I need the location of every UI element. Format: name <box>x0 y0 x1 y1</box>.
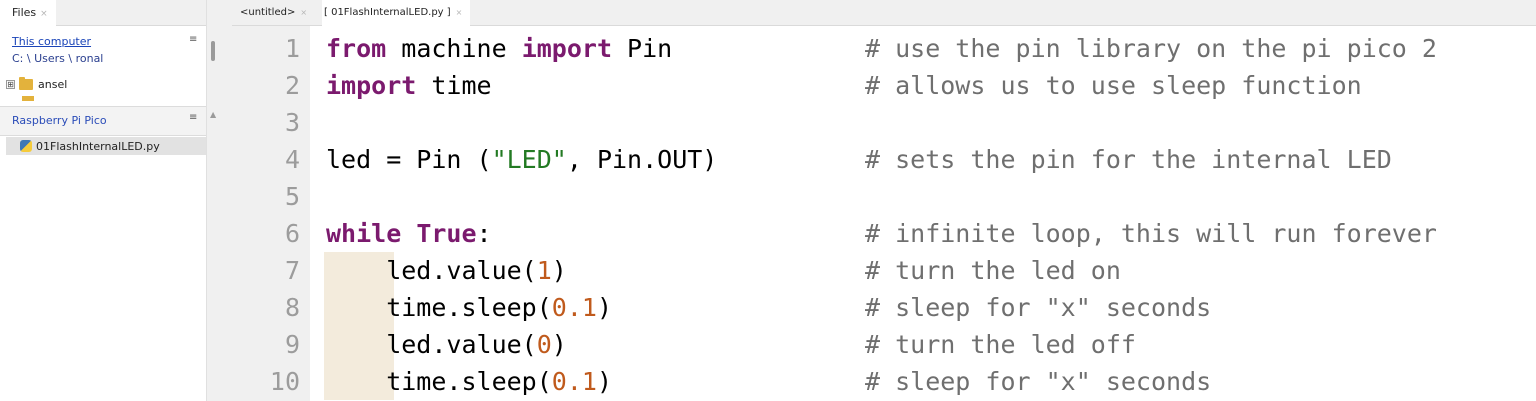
code-token: machine <box>386 34 522 63</box>
line-number: 5 <box>284 182 300 211</box>
tree-item-label: ansel <box>38 77 68 91</box>
close-icon[interactable]: × <box>40 9 48 19</box>
close-icon[interactable]: × <box>300 8 307 17</box>
tab-untitled[interactable]: <untitled> × <box>240 0 307 26</box>
line-number: 10 <box>269 367 300 396</box>
code-line[interactable]: led.value(0) <box>326 326 567 363</box>
code-comment: # turn the led on <box>865 256 1121 285</box>
pico-file-label: 01FlashInternalLED.py <box>36 139 160 153</box>
code-token-str: "LED" <box>491 145 567 174</box>
code-token: led.value( <box>326 330 537 359</box>
code-token: time <box>416 71 492 100</box>
menu-icon[interactable]: ≡ <box>189 112 197 123</box>
scroll-up-icon[interactable]: ▲ <box>210 110 216 119</box>
tab-label: [ 01FlashInternalLED.py ] <box>324 7 451 18</box>
folder-icon <box>19 76 33 90</box>
code-line[interactable]: led.value(1) <box>326 252 567 289</box>
code-line[interactable]: time.sleep(0.1) <box>326 363 612 400</box>
tree-item-ansel[interactable]: ⊞ ansel <box>6 76 67 92</box>
menu-icon[interactable]: ≡ <box>189 34 197 45</box>
close-icon[interactable]: × <box>456 8 463 17</box>
files-pane: Files × This computer C: \ Users \ ronal … <box>0 0 206 401</box>
python-file-icon <box>20 140 32 152</box>
code-token-num: 0 <box>536 330 552 359</box>
expand-icon[interactable]: ⊞ <box>6 79 15 89</box>
code-line[interactable]: from machine import Pin <box>326 30 672 67</box>
pane-splitter[interactable] <box>206 0 232 401</box>
line-number: 4 <box>284 145 300 174</box>
line-number: 2 <box>284 71 300 100</box>
code-token-num: 0.1 <box>551 293 597 322</box>
tab-01flashinternalled[interactable]: [ 01FlashInternalLED.py ] × <box>322 0 471 26</box>
code-token-num: 0.1 <box>551 367 597 396</box>
files-tab-label: Files <box>12 6 37 19</box>
code-token-num: 1 <box>536 256 552 285</box>
files-tab[interactable]: Files × <box>0 0 56 26</box>
code-token: time.sleep( <box>326 367 552 396</box>
current-path: C: \ Users \ ronal <box>12 52 104 65</box>
code-token: ) <box>551 330 567 359</box>
code-token: : <box>476 219 492 248</box>
code-token: led = Pin ( <box>326 145 492 174</box>
code-line[interactable]: led = Pin ("LED", Pin.OUT) <box>326 141 717 178</box>
code-token: ) <box>596 367 612 396</box>
line-number: 3 <box>284 108 300 137</box>
this-computer-link[interactable]: This computer <box>12 35 91 48</box>
code-token-kw: while <box>326 219 402 248</box>
tab-label: <untitled> <box>240 7 296 18</box>
editor-tabbar: <untitled> × [ 01FlashInternalLED.py ] × <box>232 0 1536 26</box>
line-number: 6 <box>284 219 300 248</box>
code-comment: # sets the pin for the internal LED <box>865 145 1392 174</box>
code-token: ) <box>551 256 567 285</box>
code-token: , Pin.OUT) <box>566 145 718 174</box>
code-comment: # infinite loop, this will run forever <box>865 219 1437 248</box>
folder-icon <box>22 96 34 101</box>
code-comment: # sleep for "x" seconds <box>865 293 1212 322</box>
code-line[interactable]: time.sleep(0.1) <box>326 289 612 326</box>
code-token-kw: import <box>521 34 612 63</box>
code-comment: # sleep for "x" seconds <box>865 367 1212 396</box>
code-comment: # allows us to use sleep function <box>865 71 1362 100</box>
line-number: 9 <box>284 330 300 359</box>
code-token-kw: True <box>416 219 477 248</box>
line-number: 8 <box>284 293 300 322</box>
code-token: time.sleep( <box>326 293 552 322</box>
code-token: ) <box>596 293 612 322</box>
code-line[interactable]: while True: <box>326 215 492 252</box>
scrollbar-thumb[interactable] <box>211 41 215 61</box>
code-line[interactable]: import time <box>326 67 492 104</box>
code-token: led.value( <box>326 256 537 285</box>
code-token-kw: import <box>326 71 417 100</box>
line-number: 7 <box>284 256 300 285</box>
code-comment: # turn the led off <box>865 330 1136 359</box>
line-number: 1 <box>284 34 300 63</box>
pico-title: Raspberry Pi Pico <box>12 114 107 127</box>
pico-file-item[interactable]: 01FlashInternalLED.py <box>6 137 206 155</box>
code-comment: # use the pin library on the pi pico 2 <box>865 34 1437 63</box>
code-token-kw: from <box>326 34 387 63</box>
files-tabbar: Files × <box>0 0 206 26</box>
code-token: Pin <box>612 34 673 63</box>
